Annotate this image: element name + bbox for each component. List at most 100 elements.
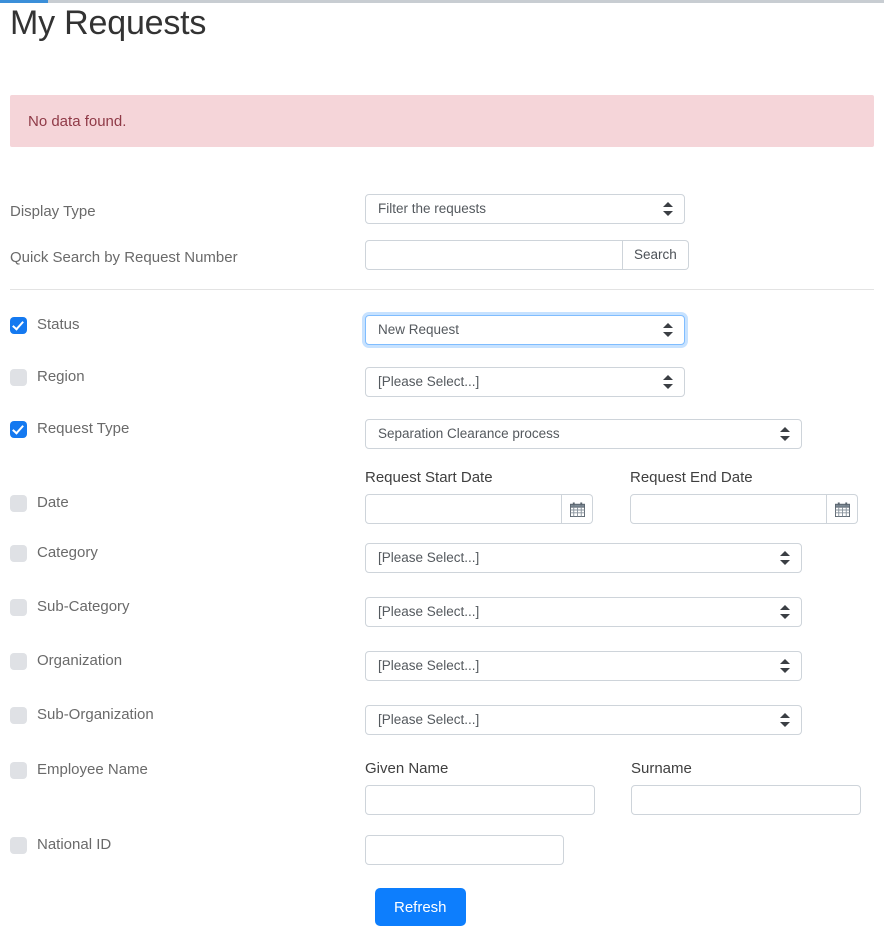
national-id-label: National ID (37, 836, 112, 853)
request-end-date-group (630, 494, 858, 524)
chevron-updown-icon (663, 374, 673, 390)
status-checkbox[interactable] (10, 316, 27, 334)
row-category: Category [Please Select...] (10, 543, 874, 578)
chevron-updown-icon (780, 426, 790, 442)
sub-organization-select[interactable]: [Please Select...] (365, 705, 802, 735)
status-checkbox-group[interactable]: Status (10, 315, 365, 335)
national-id-checkbox-group[interactable]: National ID (10, 835, 365, 855)
search-button[interactable]: Search (623, 240, 689, 270)
row-date: Date Request Start Date Request End Date (10, 469, 874, 524)
national-id-input[interactable] (365, 835, 564, 865)
given-name-input[interactable] (365, 785, 595, 815)
actions-bar: Refresh (10, 888, 874, 926)
employee-name-checkbox-group[interactable]: Employee Name (10, 760, 365, 780)
status-control: New Request (365, 315, 685, 350)
national-id-checkbox[interactable] (10, 836, 27, 854)
request-end-date-label: Request End Date (630, 469, 753, 486)
region-label: Region (37, 368, 85, 385)
status-select[interactable]: New Request (365, 315, 685, 345)
category-control: [Please Select...] (365, 543, 802, 578)
category-value: [Please Select...] (378, 550, 480, 565)
organization-checkbox-group[interactable]: Organization (10, 651, 365, 671)
display-type-value: Filter the requests (378, 201, 487, 216)
request-type-value: Separation Clearance process (378, 426, 560, 441)
display-type-label: Display Type (10, 203, 96, 220)
region-checkbox-group[interactable]: Region (10, 367, 365, 387)
row-national-id: National ID (10, 835, 874, 865)
chevron-updown-icon (663, 322, 673, 338)
row-organization: Organization [Please Select...] (10, 651, 874, 686)
sub-category-checkbox-group[interactable]: Sub-Category (10, 597, 365, 617)
request-start-date-label: Request Start Date (365, 469, 493, 486)
quick-search-label: Quick Search by Request Number (10, 249, 238, 266)
row-status: Status New Request (10, 315, 874, 350)
date-label: Date (37, 494, 69, 511)
category-checkbox-group[interactable]: Category (10, 543, 365, 563)
sub-organization-checkbox[interactable] (10, 706, 27, 724)
refresh-button[interactable]: Refresh (375, 888, 466, 926)
row-quick-search: Quick Search by Request Number Search (10, 240, 874, 289)
chevron-updown-icon (780, 712, 790, 728)
sub-category-checkbox[interactable] (10, 598, 27, 616)
request-start-date-input[interactable] (365, 494, 562, 524)
date-checkbox[interactable] (10, 494, 27, 512)
chevron-updown-icon (780, 550, 790, 566)
no-data-alert: No data found. (10, 95, 874, 147)
page-loading-progress-bar (0, 0, 48, 3)
region-checkbox[interactable] (10, 368, 27, 386)
row-display-type: Display Type Filter the requests (10, 194, 874, 240)
quick-search-input[interactable] (365, 240, 623, 270)
request-type-checkbox[interactable] (10, 420, 27, 438)
advanced-filters: Status New Request Region [Please Select… (0, 315, 884, 926)
row-employee-name: Employee Name Given Name Surname (10, 760, 874, 815)
given-name-label: Given Name (365, 760, 449, 777)
chevron-updown-icon (780, 658, 790, 674)
row-request-type: Request Type Separation Clearance proces… (10, 419, 874, 454)
row-region: Region [Please Select...] (10, 367, 874, 402)
employee-name-label: Employee Name (37, 761, 148, 778)
request-type-control: Separation Clearance process (365, 419, 802, 454)
surname-label: Surname (631, 760, 692, 777)
category-select[interactable]: [Please Select...] (365, 543, 802, 573)
organization-checkbox[interactable] (10, 652, 27, 670)
organization-value: [Please Select...] (378, 658, 480, 673)
region-select[interactable]: [Please Select...] (365, 367, 685, 397)
row-sub-organization: Sub-Organization [Please Select...] (10, 705, 874, 740)
display-type-select[interactable]: Filter the requests (365, 194, 685, 224)
calendar-icon[interactable] (562, 494, 593, 524)
surname-field: Surname (631, 760, 861, 815)
request-end-date-input[interactable] (630, 494, 827, 524)
date-control: Request Start Date Request End Date (365, 469, 858, 524)
request-type-select[interactable]: Separation Clearance process (365, 419, 802, 449)
display-type-control: Filter the requests (365, 194, 685, 229)
sub-organization-checkbox-group[interactable]: Sub-Organization (10, 705, 365, 725)
row-sub-category: Sub-Category [Please Select...] (10, 597, 874, 632)
sub-organization-label: Sub-Organization (37, 706, 154, 723)
status-value: New Request (378, 322, 460, 337)
section-divider (10, 289, 874, 290)
sub-category-control: [Please Select...] (365, 597, 802, 632)
national-id-control (365, 835, 564, 865)
status-label: Status (37, 316, 80, 333)
employee-name-control: Given Name Surname (365, 760, 861, 815)
request-start-date-field: Request Start Date (365, 469, 593, 524)
alert-message: No data found. (28, 112, 127, 130)
chevron-updown-icon (780, 604, 790, 620)
sub-category-select[interactable]: [Please Select...] (365, 597, 802, 627)
employee-name-checkbox[interactable] (10, 761, 27, 779)
chevron-updown-icon (663, 201, 673, 217)
sub-organization-control: [Please Select...] (365, 705, 802, 740)
category-checkbox[interactable] (10, 544, 27, 562)
calendar-icon[interactable] (827, 494, 858, 524)
organization-label: Organization (37, 652, 123, 669)
request-type-checkbox-group[interactable]: Request Type (10, 419, 365, 439)
date-checkbox-group[interactable]: Date (10, 469, 365, 513)
quick-search-control: Search (365, 240, 689, 270)
request-type-label: Request Type (37, 420, 130, 437)
surname-input[interactable] (631, 785, 861, 815)
request-start-date-group (365, 494, 593, 524)
given-name-field: Given Name (365, 760, 595, 815)
filter-form: Display Type Filter the requests Quick S… (0, 194, 884, 289)
organization-control: [Please Select...] (365, 651, 802, 686)
organization-select[interactable]: [Please Select...] (365, 651, 802, 681)
